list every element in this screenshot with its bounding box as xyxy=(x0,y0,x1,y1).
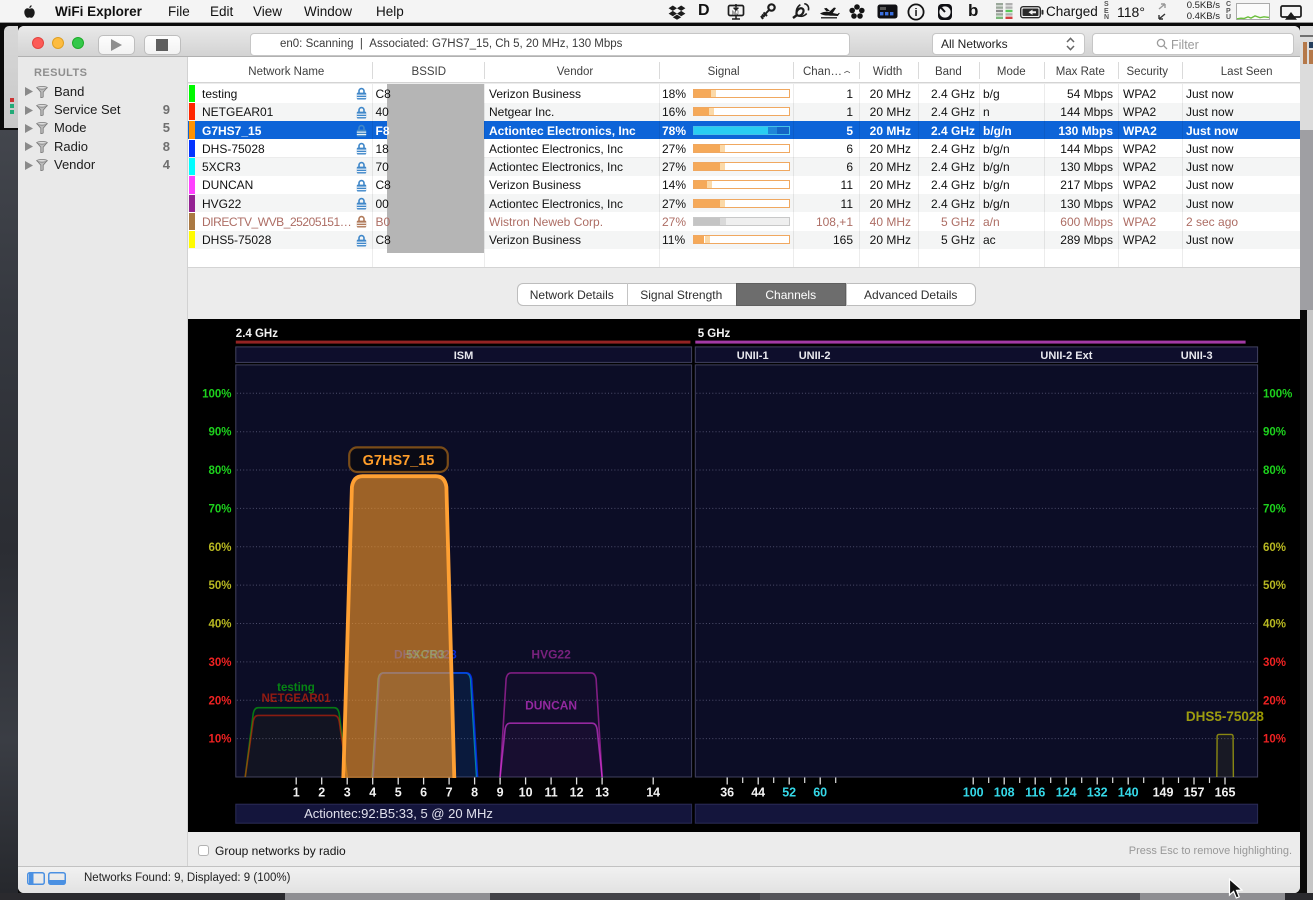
svg-text:52: 52 xyxy=(782,785,796,799)
svg-text:1: 1 xyxy=(293,785,300,799)
svg-text:132: 132 xyxy=(1087,785,1108,799)
svg-text:11: 11 xyxy=(544,785,557,799)
svg-text:UNII-2: UNII-2 xyxy=(799,349,831,361)
svg-text:8: 8 xyxy=(471,785,478,799)
svg-text:10: 10 xyxy=(519,785,533,799)
svg-text:40%: 40% xyxy=(208,618,231,630)
svg-text:6: 6 xyxy=(420,785,427,799)
svg-text:44: 44 xyxy=(751,785,765,799)
svg-text:149: 149 xyxy=(1153,785,1174,799)
svg-text:10%: 10% xyxy=(1263,733,1286,745)
svg-text:157: 157 xyxy=(1184,785,1205,799)
svg-text:60: 60 xyxy=(813,785,827,799)
svg-text:40%: 40% xyxy=(1263,618,1286,630)
svg-text:20%: 20% xyxy=(1263,695,1286,707)
svg-text:UNII-1: UNII-1 xyxy=(737,349,769,361)
svg-text:124: 124 xyxy=(1056,785,1077,799)
svg-text:100%: 100% xyxy=(1263,388,1292,400)
svg-text:30%: 30% xyxy=(1263,656,1286,668)
svg-text:13: 13 xyxy=(595,785,609,799)
svg-text:7: 7 xyxy=(446,785,453,799)
svg-text:UNII-2 Ext: UNII-2 Ext xyxy=(1040,349,1092,361)
svg-text:80%: 80% xyxy=(208,465,231,477)
svg-text:140: 140 xyxy=(1118,785,1139,799)
svg-text:9: 9 xyxy=(497,785,504,799)
svg-text:100%: 100% xyxy=(202,388,231,400)
svg-text:90%: 90% xyxy=(1263,426,1286,438)
svg-text:NETGEAR01: NETGEAR01 xyxy=(261,692,331,704)
svg-text:UNII-3: UNII-3 xyxy=(1181,349,1213,361)
svg-text:20%: 20% xyxy=(208,695,231,707)
svg-text:30%: 30% xyxy=(208,656,231,668)
svg-text:DUNCAN: DUNCAN xyxy=(525,698,577,712)
svg-text:100: 100 xyxy=(963,785,984,799)
svg-text:MJ: MJ xyxy=(732,10,739,16)
svg-text:70%: 70% xyxy=(208,503,231,515)
svg-text:108: 108 xyxy=(994,785,1015,799)
svg-text:80%: 80% xyxy=(1263,465,1286,477)
svg-text:G7HS7_15: G7HS7_15 xyxy=(363,453,435,469)
svg-text:116: 116 xyxy=(1025,785,1045,799)
svg-text:i: i xyxy=(914,7,917,19)
svg-text:3: 3 xyxy=(344,785,351,799)
svg-text:60%: 60% xyxy=(208,541,231,553)
svg-text:10%: 10% xyxy=(208,733,231,745)
svg-text:ISM: ISM xyxy=(454,349,474,361)
svg-text:2.4 GHz: 2.4 GHz xyxy=(236,328,278,340)
svg-text:90%: 90% xyxy=(208,426,231,438)
svg-text:12: 12 xyxy=(570,785,584,799)
svg-text:DHS5-75028: DHS5-75028 xyxy=(1186,708,1265,723)
svg-text:165: 165 xyxy=(1215,785,1236,799)
svg-text:14: 14 xyxy=(646,785,660,799)
svg-text:2: 2 xyxy=(318,785,325,799)
svg-text:5 GHz: 5 GHz xyxy=(698,328,731,340)
svg-text:50%: 50% xyxy=(208,580,231,592)
svg-text:36: 36 xyxy=(720,785,734,799)
svg-text:HVG22: HVG22 xyxy=(531,647,571,661)
svg-text:50%: 50% xyxy=(1263,580,1286,592)
svg-text:4: 4 xyxy=(369,785,376,799)
svg-text:5: 5 xyxy=(395,785,402,799)
svg-text:70%: 70% xyxy=(1263,503,1286,515)
svg-text:60%: 60% xyxy=(1263,541,1286,553)
svg-text:Actiontec:92:B5:33, 5 @ 20 MHz: Actiontec:92:B5:33, 5 @ 20 MHz xyxy=(304,806,493,821)
